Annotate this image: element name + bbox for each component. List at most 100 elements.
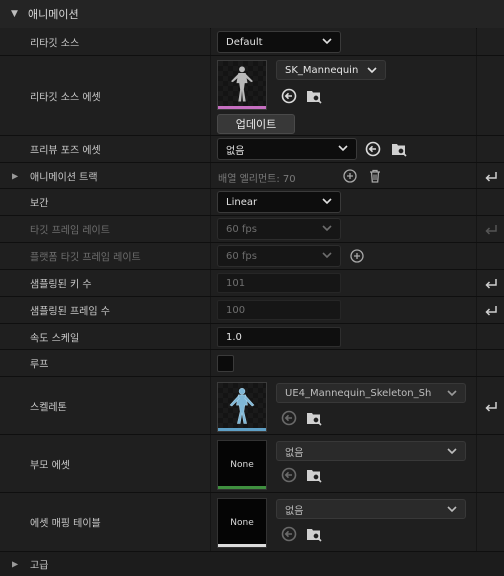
browse-asset-icon[interactable] [306,410,322,426]
retarget-source-value: Default [226,36,263,48]
row-preview-pose-asset: 프리뷰 포즈 에셋 없음 [0,136,504,163]
chevron-down-icon [322,198,332,205]
add-platform-icon[interactable] [349,248,365,264]
reset-to-default-icon[interactable] [483,168,499,184]
target-frame-rate-value: 60 fps [226,223,257,235]
use-selected-asset-icon[interactable] [281,88,297,104]
sampled-frames-value: 100 [226,304,246,316]
platform-target-frame-rate-label: 플랫폼 타깃 프레임 레이트 [30,252,141,264]
rate-scale-label: 속도 스케일 [30,333,80,344]
update-button[interactable]: 업데이트 [217,114,295,134]
animation-details-panel: ▼ 애니메이션 리타깃 소스 Default 리타깃 소스 에셋 SK_Mann… [0,0,504,576]
asset-type-strip [218,428,266,431]
loop-label: 루프 [30,359,49,371]
target-frame-rate-dropdown: 60 fps [217,218,341,240]
preview-pose-asset-label: 프리뷰 포즈 에셋 [30,145,101,157]
interpolation-value: Linear [226,196,258,208]
use-selected-asset-icon [281,410,297,426]
chevron-down-icon [322,252,332,259]
asset-mapping-thumbnail[interactable]: None [217,498,267,548]
platform-target-frame-rate-value: 60 fps [226,250,257,262]
preview-pose-dropdown[interactable]: 없음 [217,138,357,160]
delete-all-icon[interactable] [367,168,383,184]
interpolation-label: 보간 [30,198,49,210]
browse-asset-icon[interactable] [306,526,322,542]
parent-asset-thumbnail[interactable]: None [217,440,267,490]
interpolation-dropdown[interactable]: Linear [217,191,341,213]
skeleton-icon [229,388,255,424]
sampled-keys-field: 101 [217,273,341,293]
mannequin-icon [230,66,254,102]
row-rate-scale: 속도 스케일 1.0 [0,324,504,350]
skeleton-label: 스켈레톤 [30,402,67,413]
asset-mapping-dropdown[interactable]: 없음 [276,499,466,519]
row-platform-target-frame-rate: 플랫폼 타깃 프레임 레이트 60 fps [0,243,504,270]
use-selected-asset-icon[interactable] [365,141,381,157]
advanced-label: 고급 [30,560,49,572]
parent-asset-value: 없음 [285,447,304,459]
skeleton-value: UE4_Mannequin_Skeleton_Sh [285,387,432,399]
asset-mapping-value: 없음 [285,505,304,517]
row-advanced[interactable]: ▶ 고급 [0,552,504,576]
asset-type-strip [218,106,266,109]
asset-type-strip [218,486,266,489]
asset-mapping-table-label: 에셋 매핑 테이블 [30,518,101,530]
expand-arrow-icon[interactable]: ▶ [12,171,18,180]
browse-asset-icon[interactable] [306,88,322,104]
parent-asset-label: 부모 에셋 [30,460,70,471]
asset-type-strip [218,544,266,547]
retarget-source-dropdown[interactable]: Default [217,31,341,53]
chevron-down-icon [322,38,332,45]
parent-asset-dropdown[interactable]: 없음 [276,441,466,461]
use-selected-asset-icon [281,526,297,542]
reset-to-default-icon[interactable] [483,275,499,291]
mesh-thumbnail[interactable] [217,60,267,110]
rate-scale-input[interactable]: 1.0 [217,327,341,347]
chevron-down-icon [338,145,348,152]
platform-target-frame-rate-dropdown: 60 fps [217,245,341,267]
row-target-frame-rate: 타깃 프레임 레이트 60 fps [0,216,504,243]
sampled-frames-label: 샘플링된 프레임 수 [30,306,110,318]
preview-pose-value: 없음 [226,145,245,157]
row-retarget-source-asset: 리타깃 소스 에셋 SK_Mannequin 업데이트 [0,56,504,136]
animation-category-header[interactable]: ▼ 애니메이션 [0,0,504,29]
category-title: 애니메이션 [28,8,79,21]
none-thumbnail-text: None [230,518,254,528]
mesh-asset-value: SK_Mannequin [285,64,359,76]
collapse-arrow-icon[interactable]: ▼ [11,9,19,19]
chevron-down-icon [447,390,457,397]
row-loop: 루프 [0,350,504,377]
reset-to-default-icon[interactable] [483,302,499,318]
chevron-down-icon [367,67,377,74]
row-skeleton: 스켈레톤 UE4_Mannequin_Skeleton_Sh [0,377,504,435]
row-animation-track: ▶ 애니메이션 트랙 배열 엘리먼트: 70 [0,163,504,189]
loop-checkbox[interactable] [217,355,234,372]
row-asset-mapping-table: 에셋 매핑 테이블 None 없음 [0,493,504,552]
add-element-icon[interactable] [342,168,358,184]
none-thumbnail-text: None [230,460,254,470]
retarget-source-asset-label: 리타깃 소스 에셋 [30,92,101,103]
browse-asset-icon[interactable] [306,467,322,483]
rate-scale-value: 1.0 [226,331,242,343]
retarget-source-label: 리타깃 소스 [30,38,80,49]
row-interpolation: 보간 Linear [0,189,504,216]
sampled-keys-value: 101 [226,277,246,289]
row-retarget-source: 리타깃 소스 Default [0,28,504,56]
chevron-down-icon [447,448,457,455]
row-sampled-keys: 샘플링된 키 수 101 [0,270,504,297]
chevron-down-icon [322,225,332,232]
use-selected-asset-icon [281,467,297,483]
reset-to-default-icon [485,225,497,235]
target-frame-rate-label: 타깃 프레임 레이트 [30,225,110,237]
skeleton-thumbnail[interactable] [217,382,267,432]
reset-to-default-icon[interactable] [483,398,499,414]
row-sampled-frames: 샘플링된 프레임 수 100 [0,297,504,324]
browse-asset-icon[interactable] [391,141,407,157]
chevron-down-icon [447,506,457,513]
sampled-frames-field: 100 [217,300,341,320]
row-parent-asset: 부모 에셋 None 없음 [0,435,504,493]
skeleton-dropdown[interactable]: UE4_Mannequin_Skeleton_Sh [276,383,466,403]
mesh-asset-dropdown[interactable]: SK_Mannequin [276,60,386,80]
sampled-keys-label: 샘플링된 키 수 [30,279,92,291]
expand-arrow-icon[interactable]: ▶ [12,560,18,569]
